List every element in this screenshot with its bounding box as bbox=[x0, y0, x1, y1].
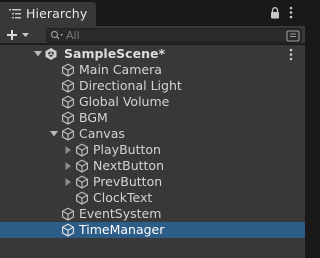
search-filter-icon[interactable] bbox=[286, 30, 300, 42]
hierarchy-item-main-camera[interactable]: Main Camera bbox=[0, 62, 305, 78]
hierarchy-item-bgm[interactable]: BGM bbox=[0, 110, 305, 126]
hierarchy-item-playbutton[interactable]: PlayButton bbox=[0, 142, 305, 158]
collapsed-arrow-icon[interactable] bbox=[64, 146, 72, 154]
hierarchy-item-label: Main Camera bbox=[79, 62, 162, 77]
collapsed-arrow-icon[interactable] bbox=[64, 178, 72, 186]
hierarchy-item-nextbutton[interactable]: NextButton bbox=[0, 158, 305, 174]
expand-arrow-icon[interactable] bbox=[34, 50, 42, 58]
search-icon bbox=[50, 30, 63, 40]
gameobject-cube-icon bbox=[62, 95, 74, 109]
hierarchy-item-global-volume[interactable]: Global Volume bbox=[0, 94, 305, 110]
scene-menu-icon[interactable] bbox=[289, 48, 293, 61]
hierarchy-item-timemanager[interactable]: TimeManager bbox=[0, 222, 305, 238]
hierarchy-toolbar: All bbox=[0, 26, 305, 44]
hierarchy-item-label: Global Volume bbox=[79, 94, 170, 109]
scene-row[interactable]: SampleScene* bbox=[0, 46, 305, 62]
tab-title: Hierarchy bbox=[26, 6, 88, 21]
gameobject-cube-icon bbox=[62, 79, 74, 93]
gameobject-cube-icon bbox=[62, 223, 74, 237]
search-input[interactable]: All bbox=[46, 28, 302, 43]
hierarchy-list-icon bbox=[9, 9, 21, 19]
hierarchy-item-directional-light[interactable]: Directional Light bbox=[0, 78, 305, 94]
hierarchy-item-label: Canvas bbox=[79, 126, 125, 141]
search-placeholder: All bbox=[66, 29, 80, 42]
hierarchy-tree: SampleScene* Main Camera Directional Lig… bbox=[0, 45, 305, 258]
scene-name: SampleScene* bbox=[64, 46, 165, 61]
collapsed-arrow-icon[interactable] bbox=[64, 162, 72, 170]
lock-icon[interactable] bbox=[270, 7, 280, 19]
tab-bar: Hierarchy bbox=[0, 0, 305, 26]
hierarchy-item-prevbutton[interactable]: PrevButton bbox=[0, 174, 305, 190]
gameobject-cube-icon bbox=[62, 63, 74, 77]
add-button[interactable] bbox=[4, 27, 32, 43]
hierarchy-item-eventsystem[interactable]: EventSystem bbox=[0, 206, 305, 222]
gameobject-cube-icon bbox=[76, 159, 88, 173]
hierarchy-item-label: NextButton bbox=[93, 158, 164, 173]
gameobject-cube-icon bbox=[62, 111, 74, 125]
hierarchy-item-label: ClockText bbox=[93, 190, 153, 205]
kebab-menu-icon[interactable] bbox=[289, 6, 293, 19]
gameobject-cube-icon bbox=[62, 127, 74, 141]
hierarchy-item-label: TimeManager bbox=[79, 222, 165, 237]
expand-arrow-icon[interactable] bbox=[50, 130, 58, 138]
tab-hierarchy[interactable]: Hierarchy bbox=[0, 2, 96, 26]
hierarchy-item-label: PrevButton bbox=[93, 174, 163, 189]
hierarchy-item-canvas[interactable]: Canvas bbox=[0, 126, 305, 142]
gameobject-cube-icon bbox=[76, 175, 88, 189]
unity-scene-icon bbox=[45, 48, 57, 60]
hierarchy-item-label: BGM bbox=[79, 110, 108, 125]
hierarchy-item-label: EventSystem bbox=[79, 206, 162, 221]
hierarchy-item-label: Directional Light bbox=[79, 78, 182, 93]
hierarchy-item-label: PlayButton bbox=[93, 142, 161, 157]
hierarchy-item-clocktext[interactable]: ClockText bbox=[0, 190, 305, 206]
gameobject-cube-icon bbox=[76, 143, 88, 157]
gameobject-cube-icon bbox=[76, 191, 88, 205]
gameobject-cube-icon bbox=[62, 207, 74, 221]
